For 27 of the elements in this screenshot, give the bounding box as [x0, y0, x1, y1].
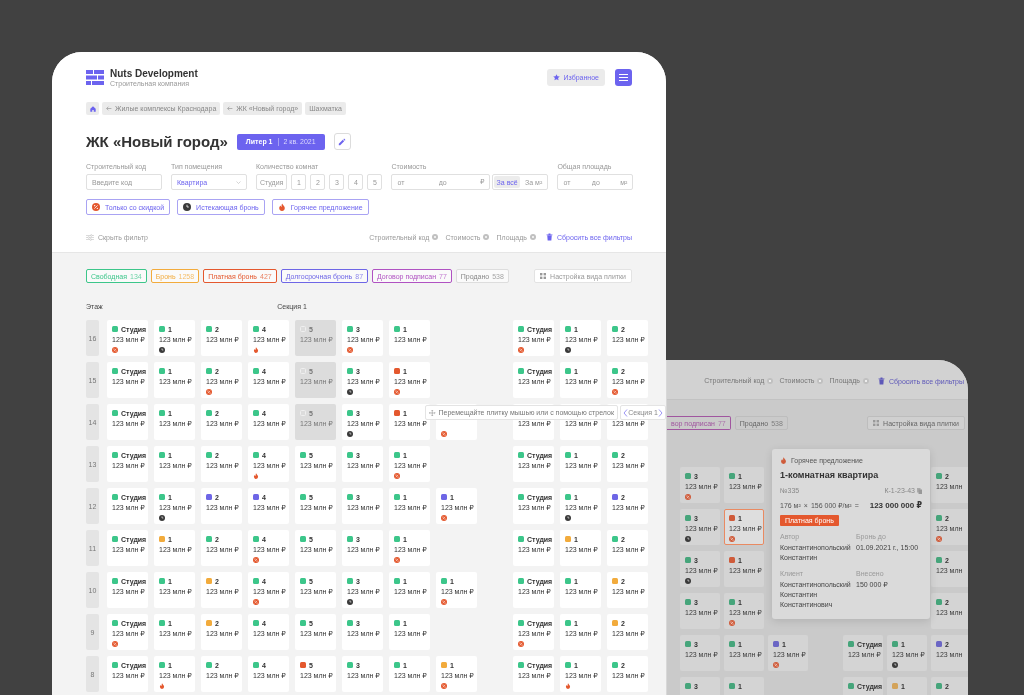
trash-icon [877, 377, 885, 385]
sliders-icon [86, 233, 94, 241]
home-button[interactable] [86, 102, 99, 115]
grid-icon [873, 420, 880, 426]
trash-icon [545, 233, 553, 241]
move-icon [429, 408, 436, 417]
menu-button[interactable] [615, 68, 632, 86]
logo-icon [86, 69, 104, 85]
previous-button[interactable] [623, 408, 628, 417]
home-icon [89, 105, 96, 112]
total-price: 123 000 000 ₽ [869, 501, 922, 510]
flame-icon [780, 457, 787, 464]
star-icon [552, 73, 560, 81]
grid-icon [540, 273, 547, 279]
copy-icon[interactable] [917, 487, 922, 494]
back-arrow-icon [106, 106, 112, 111]
chevron-down-icon [236, 180, 241, 184]
page-title: ЖК «Новый город» [86, 133, 228, 150]
back-arrow-icon [227, 106, 234, 111]
chevron-right-icon [658, 408, 663, 417]
pencil-icon [338, 137, 347, 146]
chevron-left-icon [623, 408, 628, 417]
company-name: Nuts Development [110, 67, 198, 79]
menu-icon [619, 73, 628, 81]
next-button[interactable] [658, 408, 663, 417]
apartment-title: 1-комнатная квартира [780, 470, 880, 480]
edit-button[interactable] [333, 133, 351, 150]
